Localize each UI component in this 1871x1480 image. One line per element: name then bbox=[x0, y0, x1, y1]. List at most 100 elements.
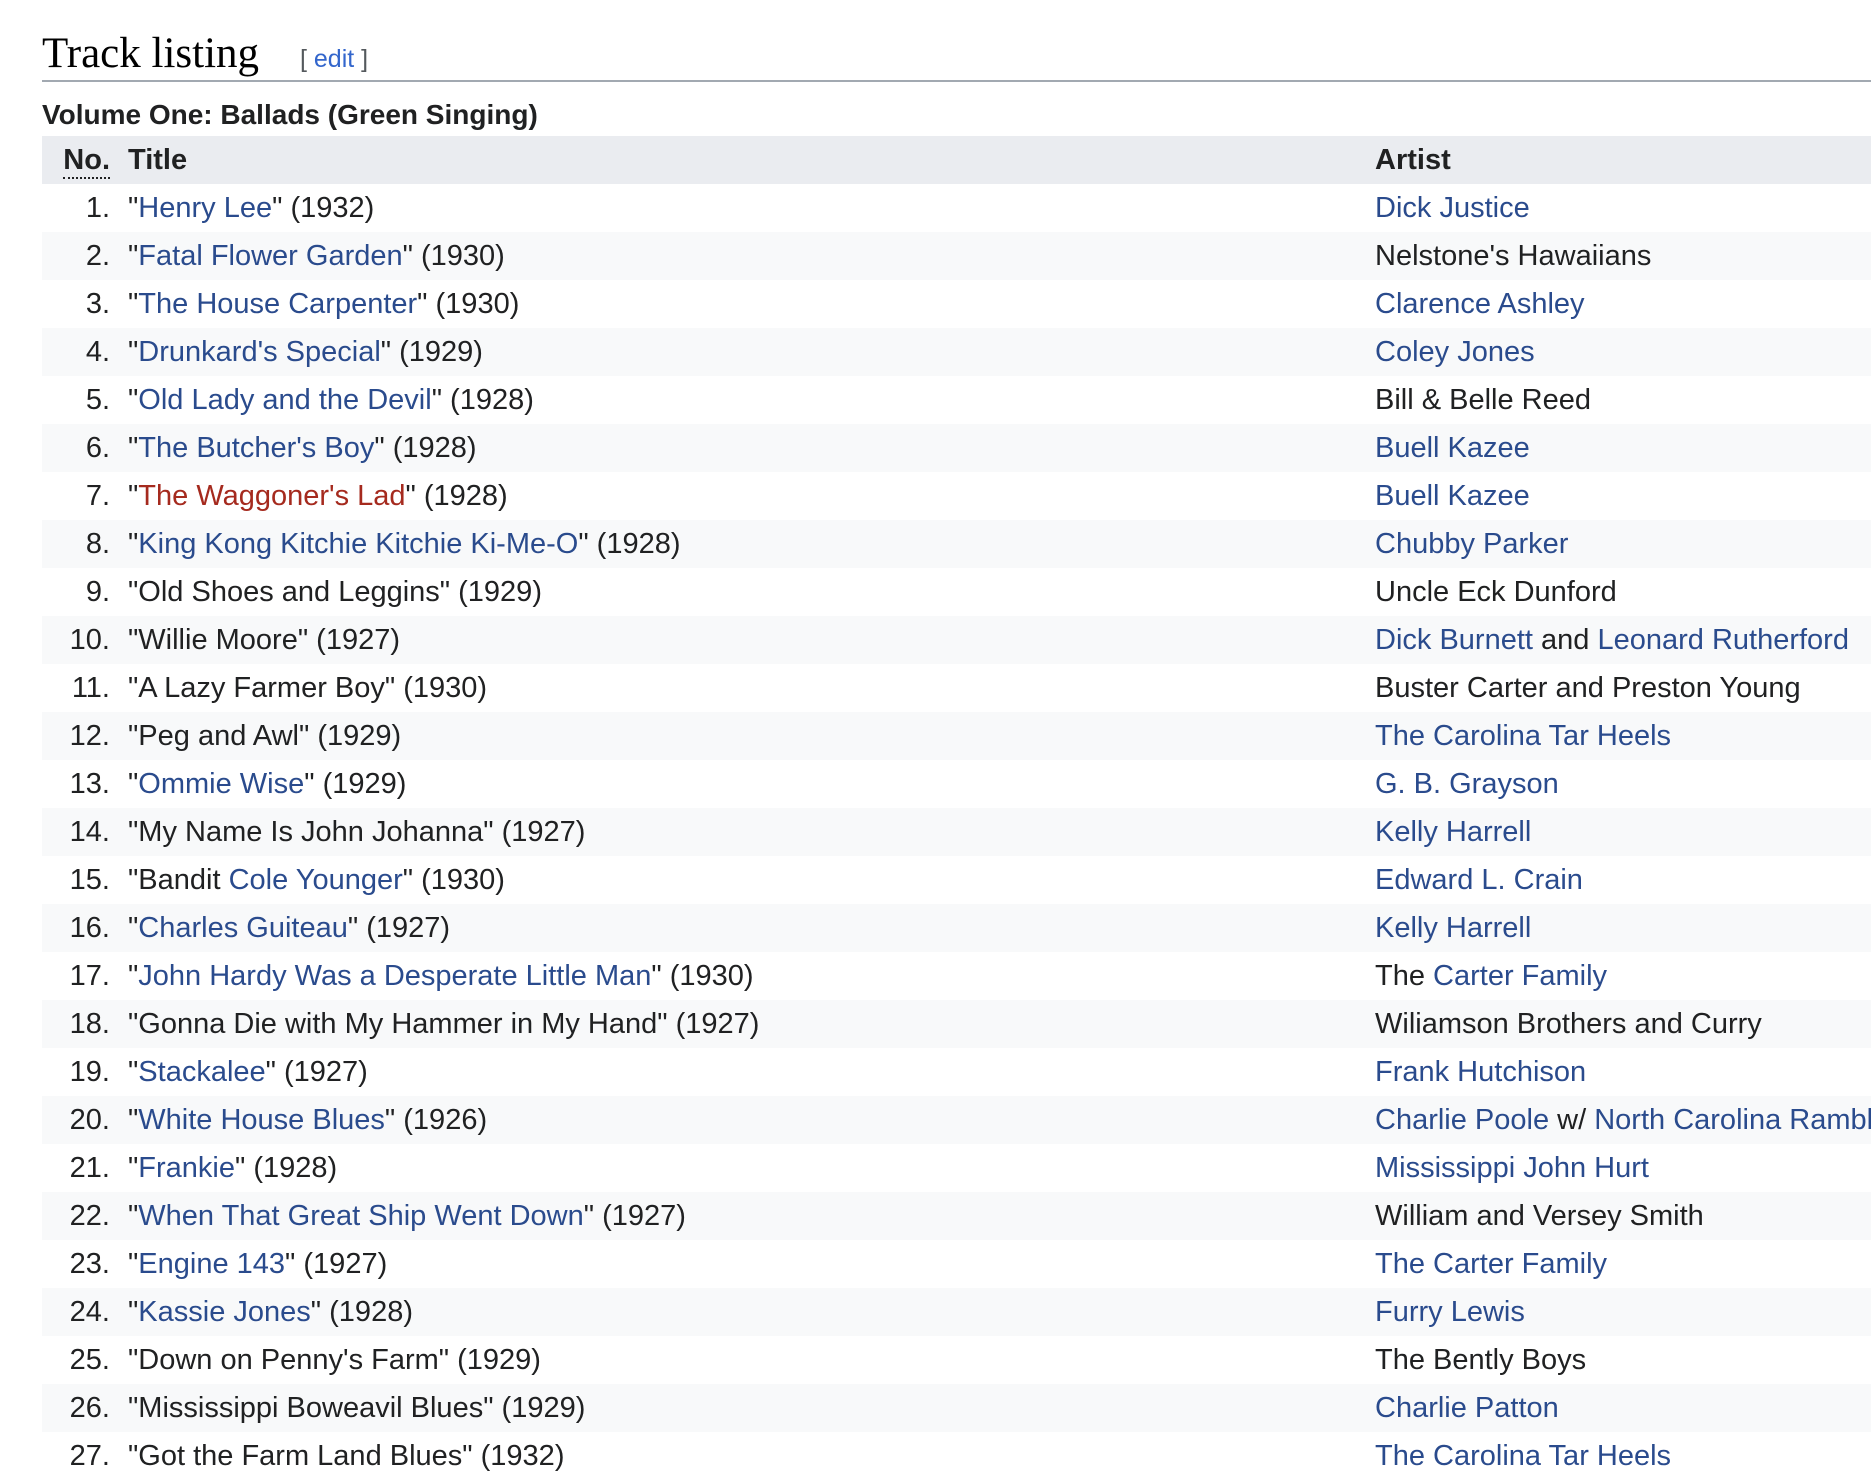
title-redlink[interactable]: The Waggoner's Lad bbox=[138, 480, 405, 512]
track-artist-cell: Furry Lewis bbox=[1375, 1288, 1525, 1336]
track-title-cell: "Old Shoes and Leggins" (1929) bbox=[128, 568, 542, 616]
title-link[interactable]: King Kong Kitchie Kitchie Ki-Me-O bbox=[138, 528, 578, 560]
artist-link[interactable]: Clarence Ashley bbox=[1375, 288, 1585, 320]
title-text: " (1927) bbox=[265, 1056, 368, 1088]
title-link[interactable]: White House Blues bbox=[138, 1104, 385, 1136]
artist-link[interactable]: Kelly Harrell bbox=[1375, 912, 1531, 944]
column-header-artist: Artist bbox=[1375, 144, 1451, 176]
title-text: " (1927) bbox=[285, 1248, 388, 1280]
table-row: 25. "Down on Penny's Farm" (1929) The Bent… bbox=[42, 1336, 1871, 1384]
table-row: 5. "Old Lady and the Devil" (1928) Bill & … bbox=[42, 376, 1871, 424]
track-artist-cell: Buell Kazee bbox=[1375, 424, 1530, 472]
title-link[interactable]: The Butcher's Boy bbox=[138, 432, 374, 464]
title-text: " bbox=[128, 1248, 139, 1280]
artist-link[interactable]: The Carolina Tar Heels bbox=[1375, 720, 1671, 752]
title-link[interactable]: When That Great Ship Went Down bbox=[138, 1200, 583, 1232]
track-artist-cell: Bill & Belle Reed bbox=[1375, 376, 1591, 424]
title-link[interactable]: Charles Guiteau bbox=[138, 912, 348, 944]
title-text: " bbox=[128, 432, 139, 464]
track-number: 7. bbox=[85, 480, 110, 512]
table-body: 1. "Henry Lee" (1932) Dick Justice 2. "Fatal… bbox=[42, 184, 1871, 1480]
title-text: " (1930) bbox=[417, 288, 520, 320]
track-artist-cell: Chubby Parker bbox=[1375, 520, 1568, 568]
artist-link[interactable]: Mississippi John Hurt bbox=[1375, 1152, 1649, 1184]
title-text: "A Lazy Farmer Boy" (1930) bbox=[128, 672, 488, 704]
table-row: 8. "King Kong Kitchie Kitchie Ki-Me-O" (1… bbox=[42, 520, 1871, 568]
table-row: 27. "Got the Farm Land Blues" (1932) The C… bbox=[42, 1432, 1871, 1480]
table-row: 14. "My Name Is John Johanna" (1927) Kelly… bbox=[42, 808, 1871, 856]
track-title-cell: "When That Great Ship Went Down" (1927) bbox=[128, 1192, 686, 1240]
artist-link[interactable]: Buell Kazee bbox=[1375, 480, 1530, 512]
track-number: 3. bbox=[85, 288, 110, 320]
title-text: " bbox=[128, 192, 139, 224]
title-link[interactable]: Henry Lee bbox=[138, 192, 272, 224]
track-artist-cell: G. B. Grayson bbox=[1375, 760, 1559, 808]
title-link[interactable]: Kassie Jones bbox=[138, 1296, 311, 1328]
table-row: 13. "Ommie Wise" (1929) G. B. Grayson bbox=[42, 760, 1871, 808]
title-text: " (1930) bbox=[402, 240, 505, 272]
track-artist-cell: The Carolina Tar Heels bbox=[1375, 712, 1671, 760]
title-link[interactable]: Fatal Flower Garden bbox=[138, 240, 402, 272]
track-title-cell: "The Waggoner's Lad" (1928) bbox=[128, 472, 508, 520]
track-number: 26. bbox=[69, 1392, 110, 1424]
artist-link[interactable]: Leonard Rutherford bbox=[1597, 624, 1849, 656]
table-row: 23. "Engine 143" (1927) The Carter Family bbox=[42, 1240, 1871, 1288]
table-header-row: No. Title Artist bbox=[42, 136, 1871, 184]
track-number: 13. bbox=[69, 768, 110, 800]
title-link[interactable]: Ommie Wise bbox=[138, 768, 304, 800]
table-row: 1. "Henry Lee" (1932) Dick Justice bbox=[42, 184, 1871, 232]
title-text: " (1928) bbox=[405, 480, 508, 512]
table-row: 24. "Kassie Jones" (1928) Furry Lewis bbox=[42, 1288, 1871, 1336]
artist-link[interactable]: Buell Kazee bbox=[1375, 432, 1530, 464]
artist-link[interactable]: Carter Family bbox=[1433, 960, 1607, 992]
column-header-no: No. bbox=[42, 136, 110, 184]
artist-link[interactable]: Frank Hutchison bbox=[1375, 1056, 1586, 1088]
artist-link[interactable]: The Carolina Tar Heels bbox=[1375, 1440, 1671, 1472]
artist-link[interactable]: Furry Lewis bbox=[1375, 1296, 1525, 1328]
title-link[interactable]: Frankie bbox=[138, 1152, 235, 1184]
title-link[interactable]: Old Lady and the Devil bbox=[138, 384, 431, 416]
edit-close-bracket: ] bbox=[354, 45, 369, 73]
artist-link[interactable]: Kelly Harrell bbox=[1375, 816, 1531, 848]
track-artist-cell: Coley Jones bbox=[1375, 328, 1535, 376]
track-artist-cell: Kelly Harrell bbox=[1375, 808, 1531, 856]
title-link[interactable]: Engine 143 bbox=[138, 1248, 285, 1280]
title-link[interactable]: John Hardy Was a Desperate Little Man bbox=[138, 960, 651, 992]
artist-text: Wiliamson Brothers and Curry bbox=[1375, 1008, 1762, 1040]
edit-section-link[interactable]: edit bbox=[314, 45, 354, 73]
artist-link[interactable]: Charlie Poole bbox=[1375, 1104, 1549, 1136]
track-title-cell: "Got the Farm Land Blues" (1932) bbox=[128, 1432, 564, 1480]
track-number: 24. bbox=[69, 1296, 110, 1328]
artist-link[interactable]: Dick Justice bbox=[1375, 192, 1530, 224]
artist-link[interactable]: Dick Burnett bbox=[1375, 624, 1533, 656]
track-title-cell: "A Lazy Farmer Boy" (1930) bbox=[128, 664, 487, 712]
artist-text: The Bently Boys bbox=[1375, 1344, 1587, 1376]
title-text: " (1928) bbox=[578, 528, 681, 560]
artist-link[interactable]: Chubby Parker bbox=[1375, 528, 1568, 560]
table-row: 11. "A Lazy Farmer Boy" (1930) Buster Cart… bbox=[42, 664, 1871, 712]
table-row: 2. "Fatal Flower Garden" (1930) Nelstone's… bbox=[42, 232, 1871, 280]
track-number: 10. bbox=[69, 624, 110, 656]
table-row: 12. "Peg and Awl" (1929) The Carolina Tar … bbox=[42, 712, 1871, 760]
title-link[interactable]: Stackalee bbox=[138, 1056, 265, 1088]
track-artist-cell: Dick Justice bbox=[1375, 184, 1530, 232]
track-listing-table: No. Title Artist 1. "Henry Lee" (1932) Dic… bbox=[42, 136, 1871, 1480]
artist-text: w/ bbox=[1549, 1104, 1595, 1136]
header-no-label: No. bbox=[63, 143, 110, 179]
track-artist-cell: The Carter Family bbox=[1375, 952, 1607, 1000]
track-title-cell: "Kassie Jones" (1928) bbox=[128, 1288, 413, 1336]
table-row: 21. "Frankie" (1928) Mississippi John Hurt bbox=[42, 1144, 1871, 1192]
table-row: 18. "Gonna Die with My Hammer in My Hand"… bbox=[42, 1000, 1871, 1048]
title-text: " bbox=[128, 912, 139, 944]
artist-link[interactable]: The Carter Family bbox=[1375, 1248, 1607, 1280]
track-number: 17. bbox=[69, 960, 110, 992]
table-row: 16. "Charles Guiteau" (1927) Kelly Harrell bbox=[42, 904, 1871, 952]
title-link[interactable]: The House Carpenter bbox=[138, 288, 417, 320]
artist-link[interactable]: G. B. Grayson bbox=[1375, 768, 1559, 800]
artist-link[interactable]: Coley Jones bbox=[1375, 336, 1535, 368]
artist-link[interactable]: North Carolina Ramble bbox=[1594, 1104, 1871, 1136]
artist-link[interactable]: Edward L. Crain bbox=[1375, 864, 1583, 896]
title-link[interactable]: Cole Younger bbox=[229, 864, 403, 896]
title-link[interactable]: Drunkard's Special bbox=[138, 336, 380, 368]
artist-link[interactable]: Charlie Patton bbox=[1375, 1392, 1559, 1424]
